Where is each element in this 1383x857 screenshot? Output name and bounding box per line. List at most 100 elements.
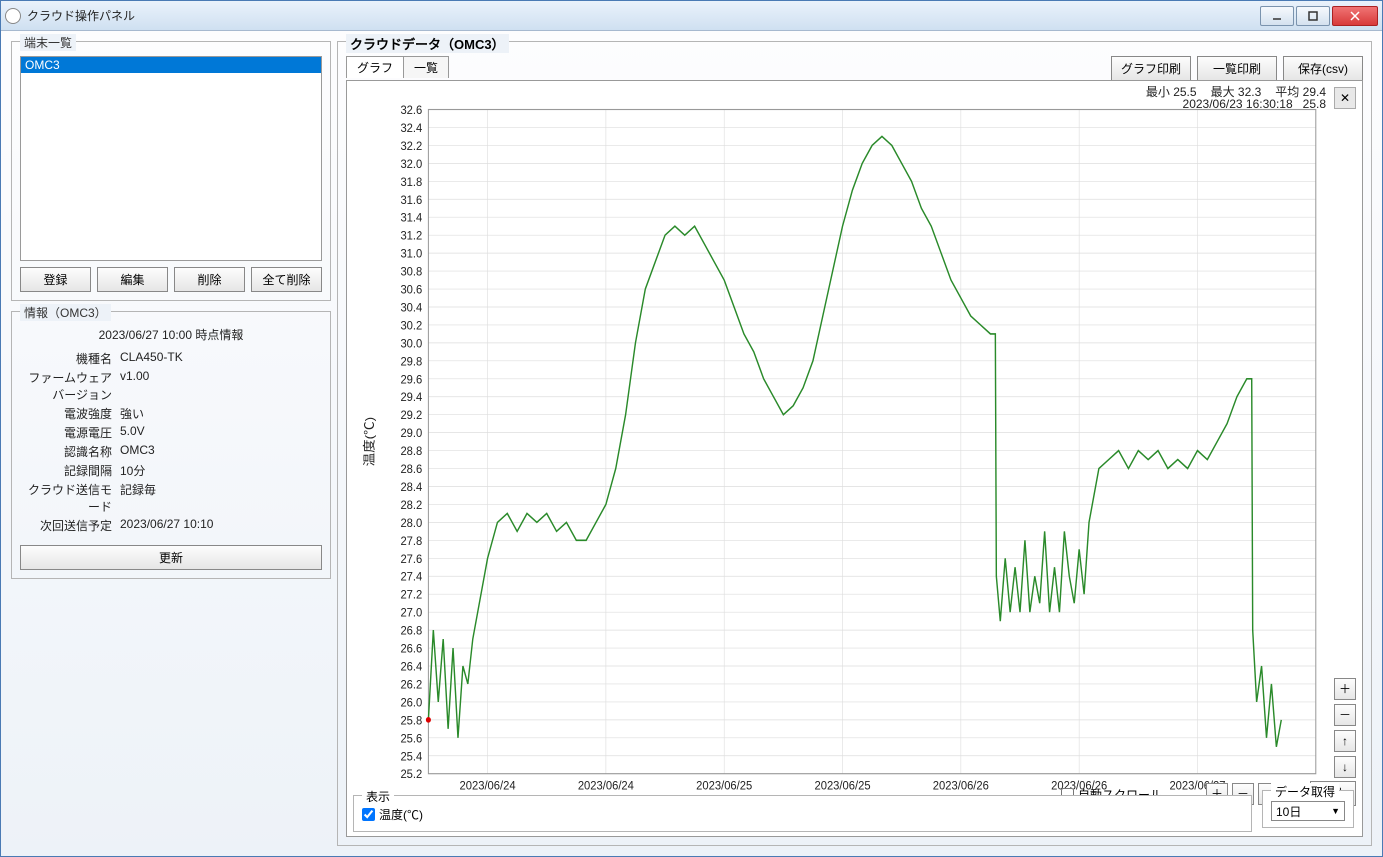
edit-button[interactable]: 編集 xyxy=(97,267,168,292)
scroll-up-button[interactable]: ↑ xyxy=(1334,730,1356,752)
data-get-title: データ取得 xyxy=(1271,783,1339,800)
info-label: ファームウェアバージョン xyxy=(20,369,120,403)
svg-text:26.4: 26.4 xyxy=(400,659,422,674)
info-value: OMC3 xyxy=(120,443,322,460)
svg-text:28.6: 28.6 xyxy=(400,462,422,477)
svg-text:27.0: 27.0 xyxy=(400,605,422,620)
print-graph-button[interactable]: グラフ印刷 xyxy=(1111,56,1191,81)
svg-text:31.4: 31.4 xyxy=(400,210,422,225)
zoom-out-button[interactable]: － xyxy=(1334,704,1356,726)
display-title: 表示 xyxy=(362,788,394,805)
display-group: 表示 温度(℃) xyxy=(353,795,1252,832)
data-get-combo[interactable]: 10日 ▼ xyxy=(1271,801,1345,821)
info-label: 電波強度 xyxy=(20,405,120,422)
info-value: v1.00 xyxy=(120,369,322,403)
info-row: 電源電圧5.0V xyxy=(20,423,322,442)
cloud-data-group: クラウドデータ（OMC3） グラフ 一覧 グラフ印刷 一覧印刷 保存(csv) xyxy=(337,41,1372,846)
info-row: 認識名称OMC3 xyxy=(20,442,322,461)
svg-text:27.6: 27.6 xyxy=(400,551,422,566)
client-area: 端末一覧 OMC3 登録 編集 削除 全て削除 情報（OMC3） 2023/06… xyxy=(1,31,1382,856)
svg-text:30.4: 30.4 xyxy=(400,300,422,315)
tabs: グラフ 一覧 xyxy=(346,56,448,78)
svg-text:32.2: 32.2 xyxy=(400,138,422,153)
svg-text:30.6: 30.6 xyxy=(400,282,422,297)
minimize-button[interactable] xyxy=(1260,6,1294,26)
left-column: 端末一覧 OMC3 登録 編集 削除 全て削除 情報（OMC3） 2023/06… xyxy=(11,41,331,846)
svg-text:25.2: 25.2 xyxy=(400,767,422,782)
plot-area[interactable]: 25.2 25.4 25.6 25.8 26.0 26.2 26.4 26.6 26.8 27.0… xyxy=(357,87,1326,830)
chart-close-button[interactable]: ✕ xyxy=(1334,87,1356,109)
info-label: 記録間隔 xyxy=(20,462,120,479)
svg-text:26.8: 26.8 xyxy=(400,623,422,638)
tab-list[interactable]: 一覧 xyxy=(403,56,449,78)
svg-text:温度(℃): 温度(℃) xyxy=(362,417,376,466)
svg-text:26.2: 26.2 xyxy=(400,677,422,692)
svg-text:2023/06/24: 2023/06/24 xyxy=(578,778,634,793)
svg-text:28.4: 28.4 xyxy=(400,479,422,494)
temperature-label: 温度(℃) xyxy=(379,806,423,823)
info-row: 次回送信予定2023/06/27 10:10 xyxy=(20,516,322,535)
svg-text:32.4: 32.4 xyxy=(400,120,422,135)
svg-text:27.2: 27.2 xyxy=(400,587,422,602)
info-value: CLA450-TK xyxy=(120,350,322,367)
svg-text:31.6: 31.6 xyxy=(400,192,422,207)
info-group: 情報（OMC3） 2023/06/27 10:00 時点情報 機種名CLA450… xyxy=(11,311,331,579)
info-title: 情報（OMC3） xyxy=(20,304,111,321)
cloud-data-title: クラウドデータ（OMC3） xyxy=(346,34,509,53)
maximize-button[interactable] xyxy=(1296,6,1330,26)
info-label: 機種名 xyxy=(20,350,120,367)
toolbar-row: グラフ 一覧 グラフ印刷 一覧印刷 保存(csv) xyxy=(346,56,1363,81)
info-label: 認識名称 xyxy=(20,443,120,460)
info-value: 10分 xyxy=(120,462,322,479)
toolbar-buttons: グラフ印刷 一覧印刷 保存(csv) xyxy=(1111,56,1363,81)
svg-text:2023/06/24: 2023/06/24 xyxy=(460,778,516,793)
zoom-in-button[interactable]: ＋ xyxy=(1334,678,1356,700)
info-label: 電源電圧 xyxy=(20,424,120,441)
svg-text:30.0: 30.0 xyxy=(400,336,422,351)
svg-text:28.2: 28.2 xyxy=(400,497,422,512)
info-value: 記録毎 xyxy=(120,481,322,515)
svg-text:26.6: 26.6 xyxy=(400,641,422,656)
delete-all-button[interactable]: 全て削除 xyxy=(251,267,322,292)
update-button[interactable]: 更新 xyxy=(20,545,322,570)
save-csv-button[interactable]: 保存(csv) xyxy=(1283,56,1363,81)
svg-text:32.6: 32.6 xyxy=(400,102,422,117)
app-icon xyxy=(5,8,21,24)
svg-text:26.0: 26.0 xyxy=(400,695,422,710)
window-title: クラウド操作パネル xyxy=(27,7,1260,24)
info-label: クラウド送信モード xyxy=(20,481,120,515)
info-row: クラウド送信モード記録毎 xyxy=(20,480,322,516)
svg-text:31.0: 31.0 xyxy=(400,246,422,261)
terminal-list-title: 端末一覧 xyxy=(20,34,76,51)
register-button[interactable]: 登録 xyxy=(20,267,91,292)
delete-button[interactable]: 削除 xyxy=(174,267,245,292)
right-column: クラウドデータ（OMC3） グラフ 一覧 グラフ印刷 一覧印刷 保存(csv) xyxy=(337,41,1372,846)
titlebar: クラウド操作パネル xyxy=(1,1,1382,31)
tab-graph[interactable]: グラフ xyxy=(346,56,404,78)
temperature-checkbox[interactable] xyxy=(362,808,375,821)
chart-panel: 最小 25.5 最大 32.3 平均 29.4 2023/06/23 16:30… xyxy=(346,80,1363,837)
svg-text:25.8: 25.8 xyxy=(400,713,422,728)
svg-text:31.2: 31.2 xyxy=(400,228,422,243)
main-window: クラウド操作パネル 端末一覧 OMC3 登録 編集 削除 全て削除 xyxy=(0,0,1383,857)
svg-text:31.8: 31.8 xyxy=(400,174,422,189)
svg-text:25.6: 25.6 xyxy=(400,731,422,746)
terminal-list-item[interactable]: OMC3 xyxy=(21,57,321,73)
line-chart: 25.2 25.4 25.6 25.8 26.0 26.2 26.4 26.6 26.8 27.0… xyxy=(357,87,1326,830)
terminal-listbox[interactable]: OMC3 xyxy=(20,56,322,261)
svg-text:25.4: 25.4 xyxy=(400,749,422,764)
svg-text:27.4: 27.4 xyxy=(400,569,422,584)
svg-text:2023/06/25: 2023/06/25 xyxy=(696,778,752,793)
info-value: 5.0V xyxy=(120,424,322,441)
svg-text:28.0: 28.0 xyxy=(400,515,422,530)
scroll-down-button[interactable]: ↓ xyxy=(1334,756,1356,778)
terminal-list-group: 端末一覧 OMC3 登録 編集 削除 全て削除 xyxy=(11,41,331,301)
svg-text:27.8: 27.8 xyxy=(400,533,422,548)
chevron-down-icon: ▼ xyxy=(1331,806,1340,816)
svg-text:29.0: 29.0 xyxy=(400,426,422,441)
close-button[interactable] xyxy=(1332,6,1378,26)
info-row: ファームウェアバージョンv1.00 xyxy=(20,368,322,404)
svg-text:30.2: 30.2 xyxy=(400,318,422,333)
data-get-value: 10日 xyxy=(1276,803,1301,820)
print-list-button[interactable]: 一覧印刷 xyxy=(1197,56,1277,81)
